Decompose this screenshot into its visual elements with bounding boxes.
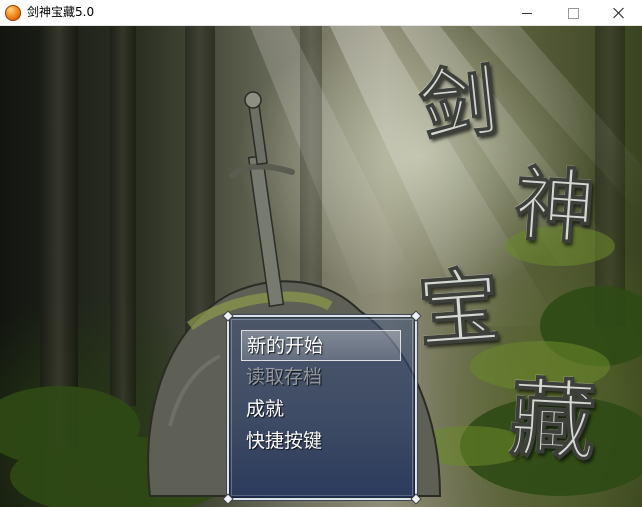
title-bar[interactable]: 剑神宝藏5.0 xyxy=(0,0,642,26)
logo-glyph-zang: 藏 xyxy=(507,367,599,474)
window-title: 剑神宝藏5.0 xyxy=(27,5,95,19)
app-orb-icon[interactable] xyxy=(5,5,21,21)
menu-item-load-game[interactable]: 读取存档 xyxy=(241,362,401,393)
logo-glyph-jian: 剑 xyxy=(415,55,503,155)
logo-glyph-bao: 宝 xyxy=(414,258,504,360)
menu-item-hotkeys[interactable]: 快捷按键 xyxy=(241,426,401,457)
title-menu: 新的开始 读取存档 成就 快捷按键 xyxy=(223,311,421,504)
minimize-icon xyxy=(522,12,532,14)
close-button[interactable] xyxy=(596,0,642,26)
menu-item-achievements[interactable]: 成就 xyxy=(241,394,401,425)
minimize-button[interactable] xyxy=(504,0,550,26)
logo-glyph-shen: 神 xyxy=(511,156,599,256)
close-icon xyxy=(613,7,625,19)
menu-item-new-game[interactable]: 新的开始 xyxy=(241,330,401,361)
sword-graphic xyxy=(229,91,295,308)
maximize-button[interactable] xyxy=(550,0,596,26)
menu-corner-ornament xyxy=(223,311,233,321)
menu-corner-ornament xyxy=(411,494,421,504)
maximize-icon xyxy=(567,7,579,19)
game-viewport[interactable]: 剑 神 宝 藏 新的开始 读取存档 成就 快捷按键 xyxy=(0,26,642,507)
menu-corner-ornament xyxy=(223,494,233,504)
game-window: 剑神宝藏5.0 剑 神 宝 藏 新的开始 读取存档 成就 快捷按键 xyxy=(0,0,642,507)
